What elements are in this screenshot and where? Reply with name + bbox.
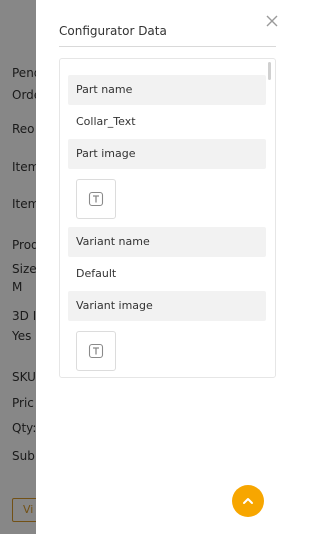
variant-name-value: Default (76, 267, 117, 280)
text-image-icon (88, 191, 104, 207)
drawer-title: Configurator Data (59, 24, 167, 38)
close-button[interactable] (264, 13, 280, 29)
configurator-drawer: Configurator Data Part name Collar_Text … (36, 0, 300, 534)
part-image-thumbnail[interactable] (76, 179, 116, 219)
part-name-value: Collar_Text (76, 115, 136, 128)
configurator-data-panel[interactable]: Part name Collar_Text Part image Variant… (59, 58, 276, 378)
text-image-icon (88, 343, 104, 359)
variant-image-thumbnail[interactable] (76, 331, 116, 371)
variant-name-label: Variant name (68, 227, 266, 257)
close-icon (266, 15, 278, 27)
part-image-label: Part image (68, 139, 266, 169)
scrollbar[interactable] (268, 62, 271, 80)
title-divider (59, 46, 276, 47)
part-name-label: Part name (68, 75, 266, 105)
chevron-up-icon (243, 498, 253, 504)
scroll-to-top-button[interactable] (232, 485, 264, 517)
variant-image-label: Variant image (68, 291, 266, 321)
